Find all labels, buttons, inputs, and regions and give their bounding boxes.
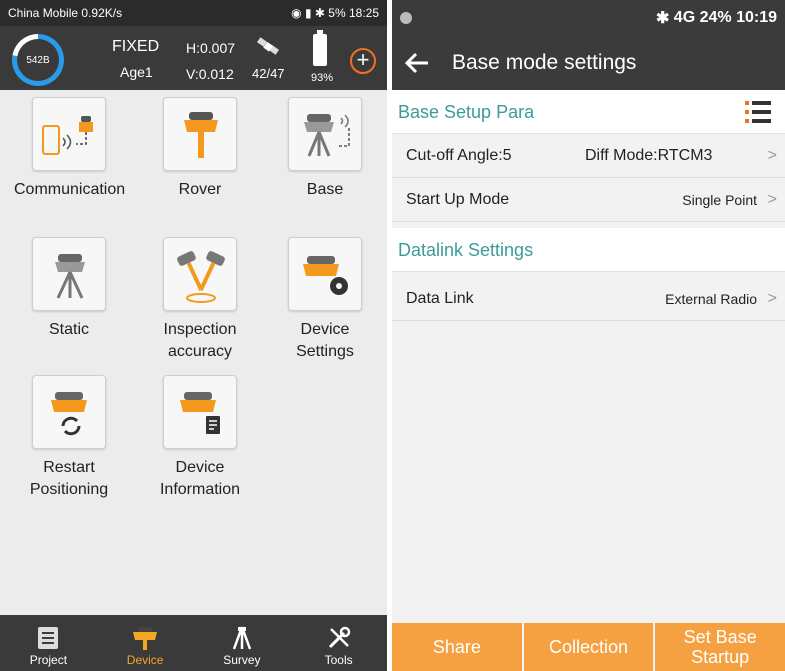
- inspection-icon: [163, 237, 237, 311]
- speed-label: 0.92K/s: [81, 6, 123, 20]
- share-button[interactable]: Share: [392, 623, 522, 671]
- add-button[interactable]: +: [350, 48, 376, 74]
- left-phone: China Mobile 0.92K/s ◉ ▮ ✱ 5% 18:25 542B…: [0, 0, 387, 671]
- battery-percent: 93%: [311, 72, 334, 84]
- row-cutoff-angle[interactable]: Cut-off Angle:5 Diff Mode:RTCM3 >: [392, 134, 785, 178]
- grid-label: Device Settings: [296, 321, 354, 360]
- right-phone: ✱ 4G 24% 10:19 Base mode settings Base S…: [392, 0, 785, 671]
- nav-survey[interactable]: Survey: [194, 615, 291, 671]
- chevron-right-icon: >: [767, 147, 777, 164]
- back-arrow-icon[interactable]: [402, 48, 432, 78]
- status-icons: ◉ ▮ ✱: [291, 6, 325, 20]
- row-value: External Radio: [665, 291, 757, 307]
- chevron-right-icon: >: [767, 191, 777, 208]
- status-bar: China Mobile 0.92K/s ◉ ▮ ✱ 5% 18:25: [0, 0, 387, 26]
- satellite-count: 42/47: [252, 66, 285, 81]
- ring-value: 542B: [17, 39, 59, 81]
- row-label: Data Link: [406, 290, 474, 307]
- battery-label: 5%: [328, 6, 346, 20]
- restart-icon: [32, 375, 106, 449]
- nav-label: Device: [126, 653, 164, 667]
- v-precision: V:0.012: [186, 66, 234, 82]
- carrier-label: China Mobile: [8, 6, 79, 20]
- section-title: Base Setup Para: [398, 102, 535, 122]
- grid-label: Inspection accuracy: [163, 321, 237, 360]
- grid-item-base[interactable]: Base: [270, 97, 380, 201]
- grid-label: Restart Positioning: [29, 459, 109, 498]
- network-label: 4G: [673, 9, 696, 26]
- nav-label: Project: [29, 653, 68, 667]
- progress-ring: 542B: [12, 34, 64, 86]
- grid-label: Base: [306, 181, 344, 198]
- fix-status: FIXED: [112, 38, 160, 55]
- section-base-setup: Base Setup Para: [392, 90, 785, 134]
- grid-item-restart[interactable]: Restart Positioning: [14, 375, 124, 501]
- page-title: Base mode settings: [452, 51, 637, 74]
- grid-item-rover[interactable]: Rover: [145, 97, 255, 201]
- nav-project[interactable]: Project: [0, 615, 97, 671]
- battery-label: 24%: [699, 9, 732, 26]
- row-start-up-mode[interactable]: Start Up Mode Single Point >: [392, 178, 785, 222]
- phone-device-icon: [32, 97, 106, 171]
- gear-receiver-icon: [288, 237, 362, 311]
- nav-label: Tools: [324, 653, 353, 667]
- status-bar: ✱ 4G 24% 10:19: [392, 0, 785, 36]
- bluetooth-icon: ✱: [655, 10, 670, 27]
- row-middle: Diff Mode:RTCM3: [585, 147, 713, 164]
- time-label: 18:25: [348, 6, 379, 20]
- tripod-icon: [32, 237, 106, 311]
- list-menu-icon[interactable]: [745, 99, 771, 125]
- grid-label: Rover: [178, 181, 222, 198]
- grid-label: Static: [48, 321, 89, 338]
- list-icon: [38, 627, 59, 649]
- grid-item-static[interactable]: Static: [14, 237, 124, 341]
- nav-device[interactable]: Device: [97, 615, 194, 671]
- grid-item-inspection[interactable]: Inspection accuracy: [145, 237, 255, 363]
- h-precision: H:0.007: [186, 40, 236, 56]
- notification-dot-icon: [400, 12, 412, 24]
- gnss-status-header[interactable]: 542B FIXED Age1 H:0.007 V:0.012 42/47 93…: [0, 26, 387, 90]
- grid-label: Communication: [14, 181, 126, 198]
- grid-item-communication[interactable]: Communication: [14, 97, 126, 201]
- row-label: Cut-off Angle:5: [406, 147, 512, 164]
- section-datalink: Datalink Settings: [392, 228, 785, 272]
- satellite-icon: [257, 37, 279, 55]
- chevron-right-icon: >: [767, 290, 777, 307]
- grid-item-device-info[interactable]: Device Information: [145, 375, 255, 501]
- row-data-link[interactable]: Data Link External Radio >: [392, 277, 785, 321]
- set-base-startup-button[interactable]: Set Base Startup: [655, 623, 785, 671]
- rover-receiver-icon: [163, 97, 237, 171]
- bottom-nav: Project Device Survey Tools: [0, 615, 387, 671]
- time-label: 10:19: [736, 9, 777, 26]
- section-title: Datalink Settings: [398, 240, 534, 260]
- age-label: Age1: [120, 64, 153, 80]
- nav-label: Survey: [223, 653, 261, 667]
- nav-tools[interactable]: Tools: [290, 615, 387, 671]
- info-doc-icon: [163, 375, 237, 449]
- base-receiver-icon: [288, 97, 362, 171]
- footer-buttons: Share Collection Set Base Startup: [392, 623, 785, 671]
- row-value: Single Point: [682, 192, 757, 208]
- collection-button[interactable]: Collection: [523, 623, 654, 671]
- row-label: Start Up Mode: [406, 191, 510, 208]
- grid-item-device-settings[interactable]: Device Settings: [270, 237, 380, 363]
- tools-icon: [328, 626, 350, 649]
- grid-label: Device Information: [159, 459, 241, 498]
- app-bar: Base mode settings: [392, 36, 785, 90]
- battery-icon: [313, 30, 327, 66]
- survey-icon: [232, 626, 252, 650]
- receiver-icon: [133, 627, 158, 650]
